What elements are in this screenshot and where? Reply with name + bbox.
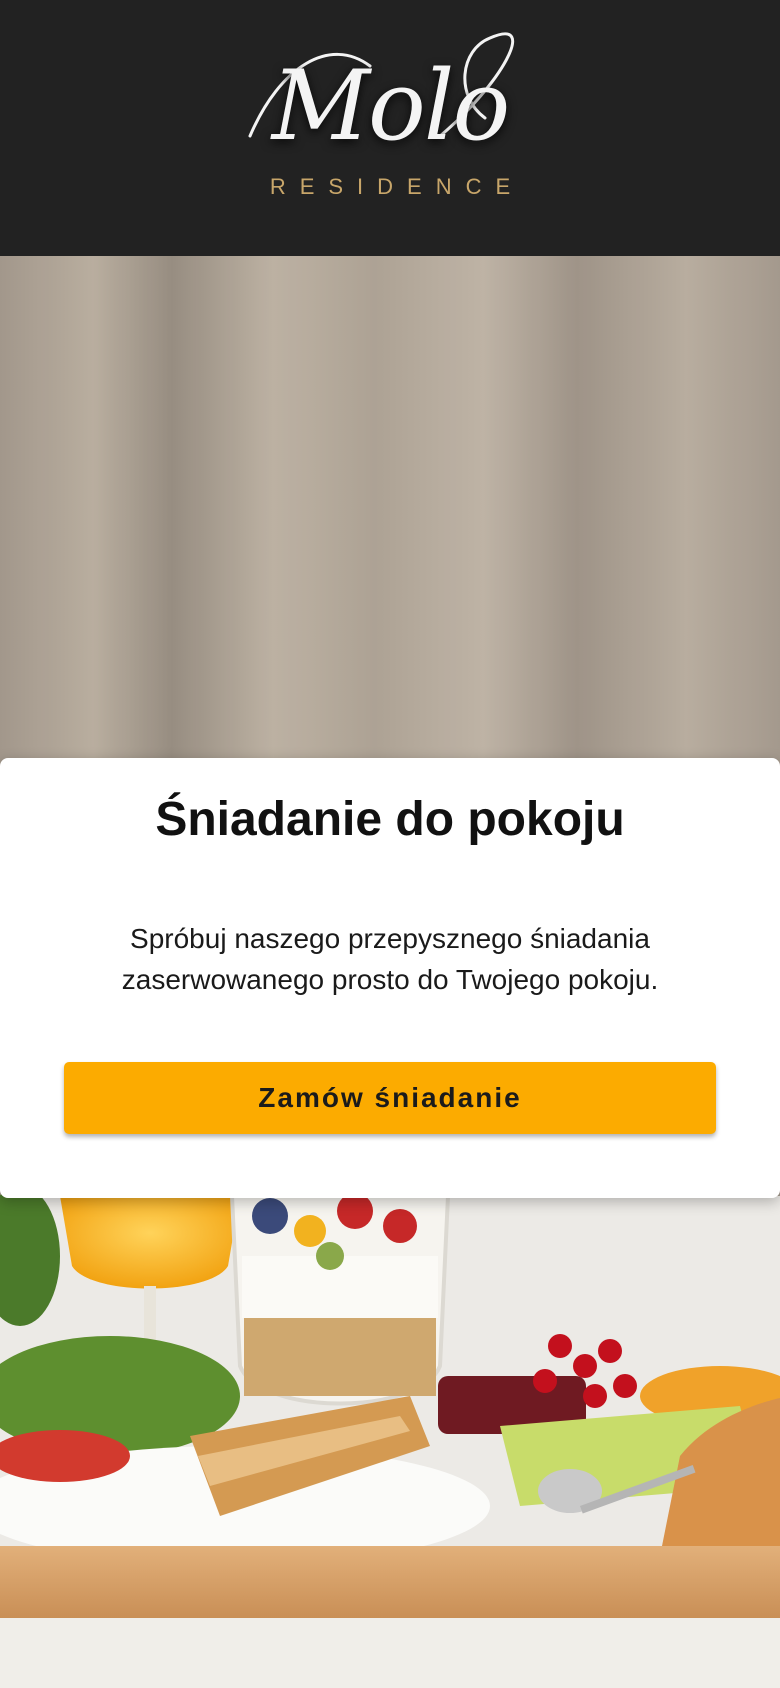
logo-subtitle: RESIDENCE <box>269 174 525 199</box>
logo-script-text: Molo <box>271 50 511 162</box>
molo-residence-logo[interactable]: Molo RESIDENCE <box>0 0 780 256</box>
promo-description: Spróbuj naszego przepysznego śniadania z… <box>121 923 659 995</box>
app-header: Molo RESIDENCE <box>0 0 780 256</box>
page-title: Śniadanie do pokoju <box>155 793 625 846</box>
order-breakfast-button[interactable]: Zamów śniadanie <box>64 1062 716 1134</box>
